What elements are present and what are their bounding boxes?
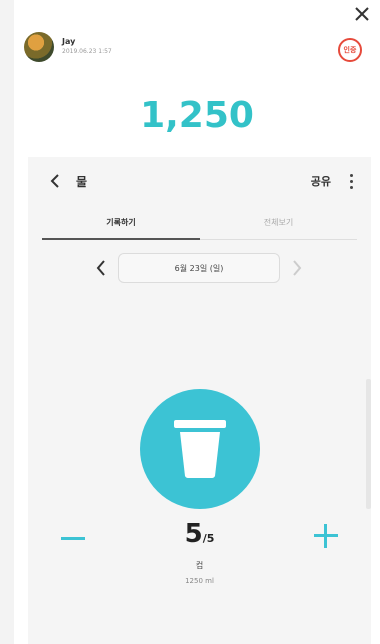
user-name: Jay — [62, 37, 76, 46]
more-vertical-icon[interactable] — [345, 171, 357, 191]
chevron-left-icon[interactable] — [92, 257, 110, 279]
water-cup-icon — [174, 420, 226, 478]
panel-toolbar: 물 공유 — [28, 157, 371, 207]
panel-title: 물 — [76, 175, 88, 189]
add-cup-button[interactable] — [140, 389, 260, 509]
certification-badge[interactable]: 인증 — [338, 38, 362, 62]
tab-view-all[interactable]: 전체보기 — [200, 217, 357, 228]
cup-count: 5 — [184, 519, 203, 549]
app-frame: Jay 2019.06.23 1:57 인증 1,250 물 공유 기록하기 전… — [0, 0, 380, 644]
tab-record[interactable]: 기록하기 — [42, 217, 200, 228]
avatar[interactable] — [24, 32, 54, 62]
date-selector: 6월 23일 (일) — [28, 253, 371, 283]
scrollbar[interactable] — [366, 379, 371, 509]
score-value: 1,250 — [140, 95, 254, 136]
close-button[interactable] — [350, 2, 374, 26]
active-tab-indicator — [42, 238, 200, 240]
increase-button[interactable] — [311, 521, 341, 551]
date-display[interactable]: 6월 23일 (일) — [118, 253, 280, 283]
unit-label: 컵 — [195, 561, 204, 570]
share-button[interactable]: 공유 — [311, 173, 331, 189]
tab-bar: 기록하기 전체보기 — [42, 213, 357, 240]
user-header: Jay 2019.06.23 1:57 — [24, 32, 112, 62]
water-tracker-panel: 물 공유 기록하기 전체보기 6월 23일 (일) 5/5 컵 1250 ml — [28, 157, 371, 644]
post-timestamp: 2019.06.23 1:57 — [62, 48, 112, 55]
back-arrow-icon[interactable] — [46, 171, 66, 191]
user-meta: Jay 2019.06.23 1:57 — [62, 37, 112, 57]
chevron-right-icon[interactable] — [288, 257, 306, 279]
cup-goal: /5 — [202, 532, 215, 545]
volume-label: 1250 ml — [185, 577, 214, 585]
close-icon — [355, 7, 369, 21]
